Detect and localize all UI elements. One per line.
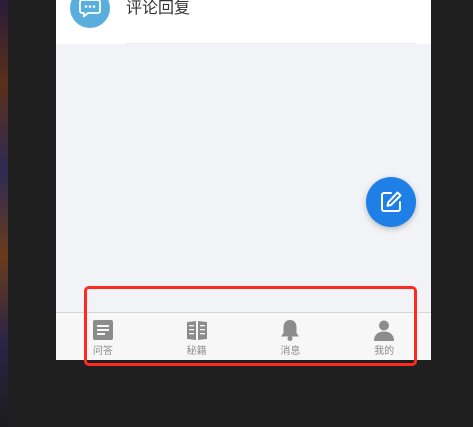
tab-cheats-label: 秘籍: [186, 346, 207, 357]
book-icon: [185, 318, 209, 342]
tab-messages[interactable]: 消息: [244, 313, 338, 360]
tab-qa-label: 问答: [92, 346, 113, 357]
bottom-tab-bar: 问答 秘籍 消息 我的: [56, 312, 431, 360]
screen: 评论回复 问答 秘籍 消息 我的: [0, 0, 473, 427]
comment-reply-label: 评论回复: [126, 0, 191, 17]
tab-mine[interactable]: 我的: [337, 313, 431, 360]
user-icon: [372, 318, 396, 342]
tab-qa[interactable]: 问答: [56, 313, 150, 360]
mobile-app-window: 评论回复 问答 秘籍 消息 我的: [56, 0, 431, 360]
tab-cheats[interactable]: 秘籍: [150, 313, 244, 360]
comment-reply-item[interactable]: 评论回复: [56, 0, 431, 44]
qa-list-icon: [91, 318, 115, 342]
divider: [126, 43, 415, 44]
tab-mine-label: 我的: [374, 346, 395, 357]
compose-button[interactable]: [366, 177, 416, 227]
desktop-wallpaper-strip: [0, 0, 8, 427]
compose-icon: [378, 189, 404, 215]
tab-messages-label: 消息: [280, 346, 301, 357]
chat-bubble-icon: [70, 0, 110, 28]
bell-icon: [278, 318, 302, 342]
